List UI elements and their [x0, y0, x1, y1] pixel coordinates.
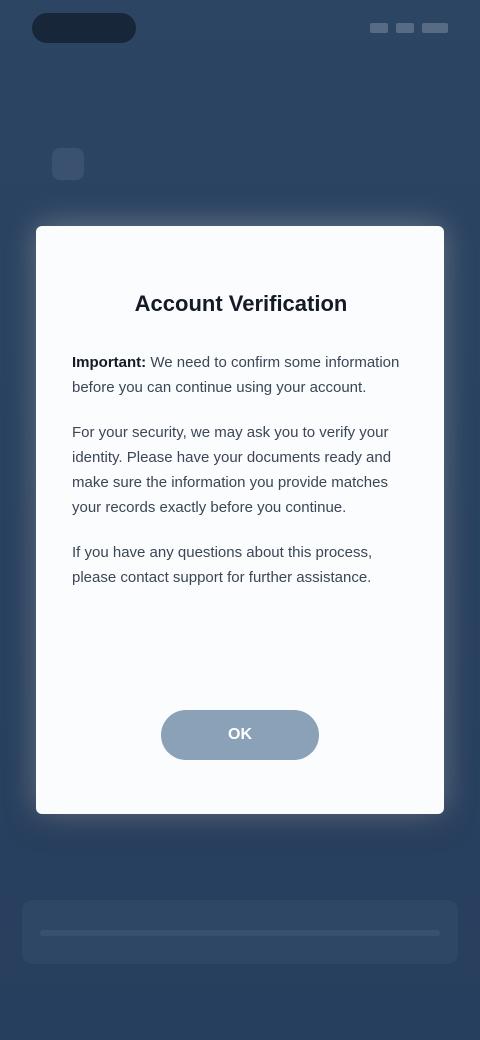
- verification-dialog: Account Verification Important: We need …: [36, 226, 444, 814]
- dialog-paragraph-3: If you have any questions about this pro…: [72, 544, 373, 586]
- dialog-paragraph-2: For your security, we may ask you to ver…: [72, 424, 392, 516]
- dialog-title: Account Verification: [134, 291, 348, 316]
- ok-button[interactable]: OK: [161, 710, 319, 760]
- dialog-intro: Important: We need to confirm some infor…: [72, 350, 410, 400]
- dialog-intro-label: Important:: [72, 354, 147, 371]
